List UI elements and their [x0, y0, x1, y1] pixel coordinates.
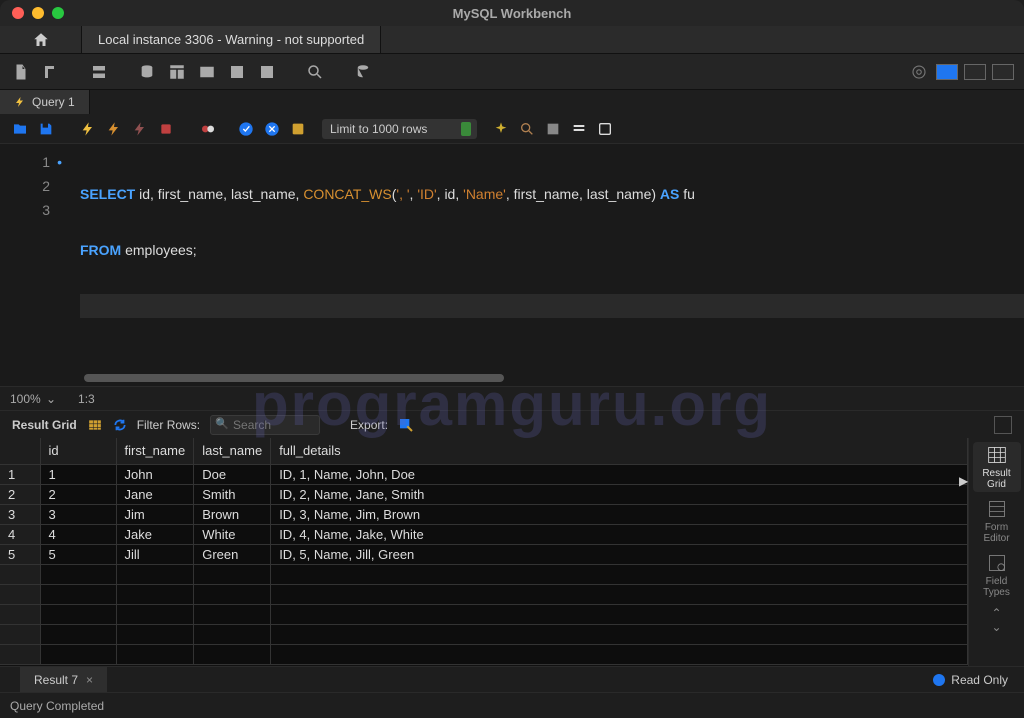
result-tab-strip: Result 7 × Read Only — [0, 666, 1024, 692]
grid-view-icon[interactable] — [87, 418, 103, 432]
results-area: id first_name last_name full_details 11J… — [0, 438, 1024, 666]
run-current-icon[interactable] — [104, 119, 124, 139]
filter-label: Filter Rows: — [137, 418, 200, 432]
status-text: Query Completed — [10, 699, 104, 713]
toggle-left-panel[interactable] — [936, 64, 958, 80]
code-area[interactable]: SELECT id, first_name, last_name, CONCAT… — [60, 144, 1024, 386]
beautify-icon[interactable] — [491, 119, 511, 139]
titlebar: MySQL Workbench — [0, 0, 1024, 26]
scroll-side-icon[interactable]: ⌃⌄ — [991, 606, 1001, 634]
results-table: id first_name last_name full_details 11J… — [0, 438, 968, 665]
col-first-name[interactable]: first_name — [116, 438, 194, 464]
zoom-level: 100% — [10, 392, 41, 406]
zoom-dropdown-icon[interactable]: ⌄ — [44, 392, 58, 406]
stop-icon[interactable] — [156, 119, 176, 139]
query-tab-label: Query 1 — [32, 95, 75, 109]
wrap-cell-icon[interactable] — [994, 416, 1012, 434]
result-grid-button[interactable]: Result Grid — [973, 442, 1021, 492]
export-icon[interactable] — [398, 417, 414, 433]
search-table-data-icon[interactable] — [304, 61, 326, 83]
table-row[interactable]: 11JohnDoeID, 1, Name, John, Doe — [0, 464, 968, 484]
toggle-safe-mode-icon[interactable] — [288, 119, 308, 139]
form-editor-button[interactable]: Form Editor — [973, 496, 1021, 546]
cursor-position: 1:3 — [78, 392, 95, 406]
query-tab-1[interactable]: Query 1 — [0, 90, 90, 114]
open-file-icon[interactable] — [10, 119, 30, 139]
table-row[interactable]: 22JaneSmithID, 2, Name, Jane, Smith — [0, 484, 968, 504]
connection-tab[interactable]: Local instance 3306 - Warning - not supp… — [82, 26, 381, 53]
sql-editor[interactable]: 123 SELECT id, first_name, last_name, CO… — [0, 144, 1024, 386]
snippets-icon[interactable] — [595, 119, 615, 139]
results-side-panel: ▶ Result Grid Form Editor Field Types ⌃⌄ — [968, 438, 1024, 666]
home-icon — [32, 31, 50, 49]
invisible-chars-icon[interactable] — [543, 119, 563, 139]
result-tab[interactable]: Result 7 × — [20, 667, 107, 692]
create-view-icon[interactable] — [196, 61, 218, 83]
window-title: MySQL Workbench — [0, 6, 1024, 21]
field-types-button[interactable]: Field Types — [973, 550, 1021, 600]
read-only-indicator: Read Only — [933, 673, 1024, 687]
find-icon[interactable] — [517, 119, 537, 139]
readonly-badge-icon — [933, 674, 945, 686]
server-status-icon[interactable] — [88, 61, 110, 83]
new-sql-tab-icon[interactable] — [40, 61, 62, 83]
main-toolbar — [0, 54, 1024, 90]
reconnect-icon[interactable] — [352, 61, 374, 83]
toggle-bottom-panel[interactable] — [964, 64, 986, 80]
connection-tabs: Local instance 3306 - Warning - not supp… — [0, 26, 1024, 54]
table-row[interactable]: 33JimBrownID, 3, Name, Jim, Brown — [0, 504, 968, 524]
sql-editor-toolbar: Limit to 1000 rows — [0, 114, 1024, 144]
toggle-autocommit-icon[interactable] — [198, 119, 218, 139]
refresh-icon[interactable] — [113, 418, 127, 432]
toggle-right-panel[interactable] — [992, 64, 1014, 80]
new-sql-file-icon[interactable] — [10, 61, 32, 83]
line-gutter: 123 — [0, 144, 60, 386]
explain-query-icon[interactable] — [130, 119, 150, 139]
col-last-name[interactable]: last_name — [194, 438, 271, 464]
run-query-icon[interactable] — [78, 119, 98, 139]
word-wrap-icon[interactable] — [569, 119, 589, 139]
create-table-icon[interactable] — [166, 61, 188, 83]
col-full-details[interactable]: full_details — [271, 438, 968, 464]
export-label: Export: — [350, 418, 388, 432]
filter-input[interactable] — [210, 415, 320, 435]
commit-icon[interactable] — [236, 119, 256, 139]
row-limit-dropdown[interactable]: Limit to 1000 rows — [322, 119, 477, 139]
table-row[interactable]: 55JillGreenID, 5, Name, Jill, Green — [0, 544, 968, 564]
status-bar: Query Completed — [0, 692, 1024, 718]
rollback-icon[interactable] — [262, 119, 282, 139]
results-table-wrap[interactable]: id first_name last_name full_details 11J… — [0, 438, 968, 666]
horizontal-scrollbar[interactable] — [84, 374, 504, 382]
save-file-icon[interactable] — [36, 119, 56, 139]
home-tab[interactable] — [0, 26, 82, 53]
editor-status-bar: 100% ⌄ 1:3 — [0, 386, 1024, 410]
col-id[interactable]: id — [40, 438, 116, 464]
lightning-icon — [14, 96, 26, 108]
table-row[interactable]: 44JakeWhiteID, 4, Name, Jake, White — [0, 524, 968, 544]
result-grid-label: Result Grid — [12, 418, 77, 432]
close-result-tab-icon[interactable]: × — [86, 673, 93, 687]
results-toolbar: Result Grid Filter Rows: Export: — [0, 410, 1024, 438]
create-schema-icon[interactable] — [136, 61, 158, 83]
settings-icon[interactable] — [908, 61, 930, 83]
create-function-icon[interactable] — [256, 61, 278, 83]
create-procedure-icon[interactable] — [226, 61, 248, 83]
query-tabs: Query 1 — [0, 90, 1024, 114]
collapse-arrow-icon[interactable]: ▶ — [959, 474, 968, 488]
